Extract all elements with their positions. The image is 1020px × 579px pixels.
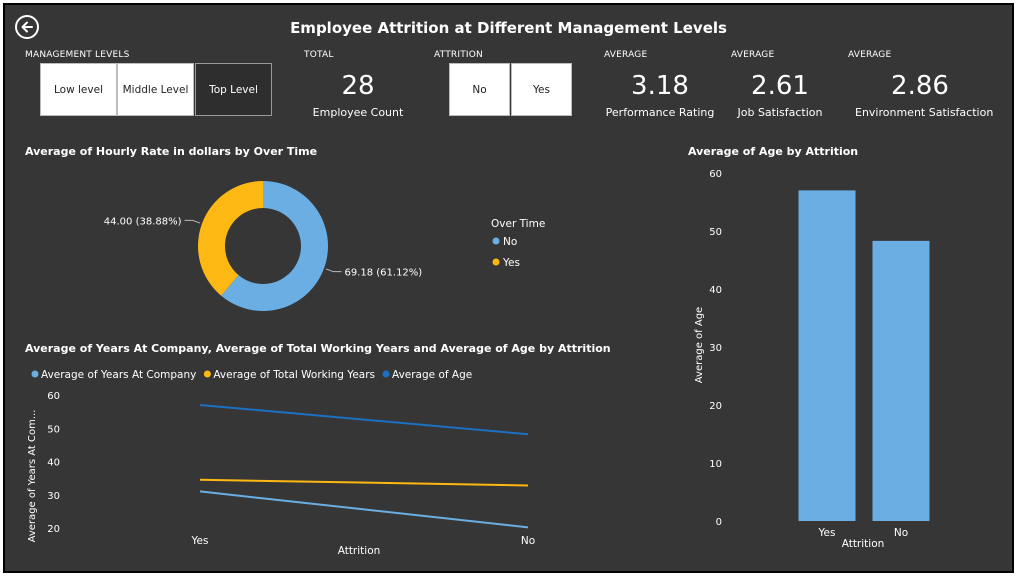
donut-slice-yes[interactable] <box>198 181 263 296</box>
line-legend-label: Average of Total Working Years <box>213 369 375 381</box>
bar-y-tick-label: 40 <box>709 285 722 296</box>
bar-y-tick-label: 60 <box>709 169 722 180</box>
line-chart-ylabel: Average of Years At Com... <box>27 410 38 543</box>
line-x-tick-label: Yes <box>191 535 209 547</box>
performance-caption: AVERAGE <box>604 50 648 60</box>
environment-satisfaction-caption: AVERAGE <box>848 50 892 60</box>
donut-chart: 69.18 (61.12%) 44.00 (38.88%) Over Time N… <box>104 181 545 311</box>
line-chart-xlabel: Attrition <box>338 545 381 557</box>
slicer-low-level-label: Low level <box>54 83 103 96</box>
bar-no[interactable] <box>872 240 930 522</box>
line-chart-title: Average of Years At Company, Average of … <box>25 342 611 355</box>
donut-leader-line <box>325 268 342 273</box>
management-levels-caption: MANAGEMENT LEVELS <box>25 50 130 60</box>
environment-satisfaction-label: Environment Satisfaction <box>855 106 994 119</box>
job-satisfaction-caption: AVERAGE <box>731 50 775 60</box>
legend-marker-no <box>492 237 500 245</box>
line-chart: Average of Years At Company Average of To… <box>27 369 535 557</box>
line-y-tick-label: 50 <box>47 424 60 435</box>
page-title: Employee Attrition at Different Manageme… <box>290 19 727 37</box>
donut-chart-title: Average of Hourly Rate in dollars by Ove… <box>25 145 318 158</box>
bar-y-tick-label: 10 <box>709 459 722 470</box>
slicer-middle-level[interactable]: Middle Level <box>117 63 194 116</box>
line-y-tick-label: 60 <box>47 391 60 402</box>
bar-y-tick-label: 30 <box>709 343 722 354</box>
line-x-tick-label: No <box>521 535 535 547</box>
bar-x-tick-label: Yes <box>818 527 836 539</box>
slicer-top-level[interactable]: Top Level <box>195 63 272 116</box>
slicer-low-level[interactable]: Low level <box>40 63 117 116</box>
line-y-tick-label: 40 <box>47 458 60 469</box>
employee-count-value: 28 <box>341 71 375 101</box>
line-legend-marker <box>31 370 39 378</box>
legend-label-yes: Yes <box>502 257 520 269</box>
line-legend-marker <box>382 370 390 378</box>
donut-data-label-yes: 44.00 (38.88%) <box>104 216 182 227</box>
line-series-average-of-age[interactable] <box>199 403 529 436</box>
total-caption: TOTAL <box>304 50 334 60</box>
line-legend-label: Average of Age <box>392 369 472 381</box>
environment-satisfaction-value: 2.86 <box>891 71 949 101</box>
slicer-attrition-no[interactable]: No <box>449 63 510 116</box>
dashboard-canvas: Employee Attrition at Different Manageme… <box>3 3 1014 573</box>
job-satisfaction-label: Job Satisfaction <box>737 106 823 119</box>
bar-chart-xlabel: Attrition <box>842 538 885 550</box>
performance-rating-value: 3.18 <box>631 71 689 101</box>
attrition-caption: ATTRITION <box>434 50 483 60</box>
performance-rating-label: Performance Rating <box>605 106 715 119</box>
bar-y-tick-label: 50 <box>709 227 722 238</box>
slicer-attrition-yes-label: Yes <box>533 83 550 96</box>
donut-legend-title: Over Time <box>491 218 545 230</box>
slicer-attrition-no-label: No <box>472 83 487 96</box>
bar-yes[interactable] <box>798 190 856 521</box>
slicer-middle-level-label: Middle Level <box>122 83 189 96</box>
job-satisfaction-value: 2.61 <box>751 71 809 101</box>
line-series-average-of-years-at-company[interactable] <box>199 490 529 529</box>
slicer-top-level-label: Top Level <box>209 83 258 96</box>
donut-leader-line <box>184 219 201 224</box>
bar-chart-title: Average of Age by Attrition <box>688 145 859 158</box>
bar-chart-ylabel: Average of Age <box>694 307 705 383</box>
line-legend-label: Average of Years At Company <box>41 369 196 381</box>
line-y-tick-label: 30 <box>47 491 60 502</box>
slicer-attrition-yes[interactable]: Yes <box>511 63 572 116</box>
legend-marker-yes <box>492 258 500 266</box>
bar-y-tick-label: 20 <box>709 401 722 412</box>
legend-label-no: No <box>503 236 517 248</box>
bar-y-tick-label: 0 <box>716 517 722 528</box>
employee-count-label: Employee Count <box>312 106 404 119</box>
bar-x-tick-label: No <box>894 527 908 539</box>
line-series-average-of-total-working-years[interactable] <box>199 478 529 487</box>
line-y-tick-label: 20 <box>47 524 60 535</box>
bar-chart: 0 10 20 30 40 50 60 Yes No Average of Age Attrit… <box>694 169 930 550</box>
line-legend-marker <box>203 370 211 378</box>
donut-data-label-no: 69.18 (61.12%) <box>344 268 422 279</box>
